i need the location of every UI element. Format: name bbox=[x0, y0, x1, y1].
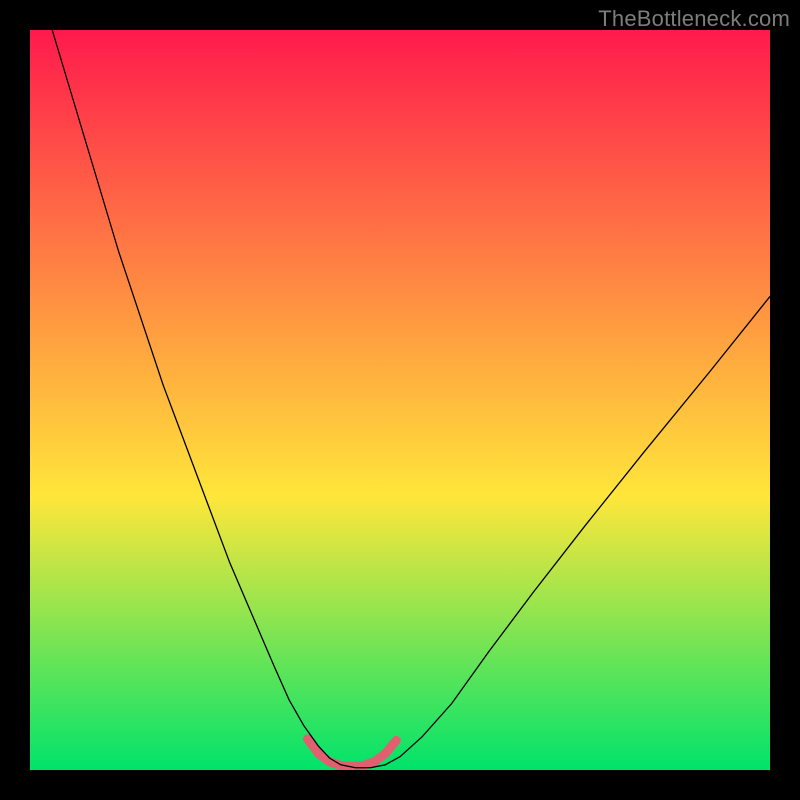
chart-background bbox=[30, 30, 770, 770]
watermark-text: TheBottleneck.com bbox=[598, 6, 790, 32]
chart-frame: TheBottleneck.com bbox=[0, 0, 800, 800]
chart-svg bbox=[30, 30, 770, 770]
